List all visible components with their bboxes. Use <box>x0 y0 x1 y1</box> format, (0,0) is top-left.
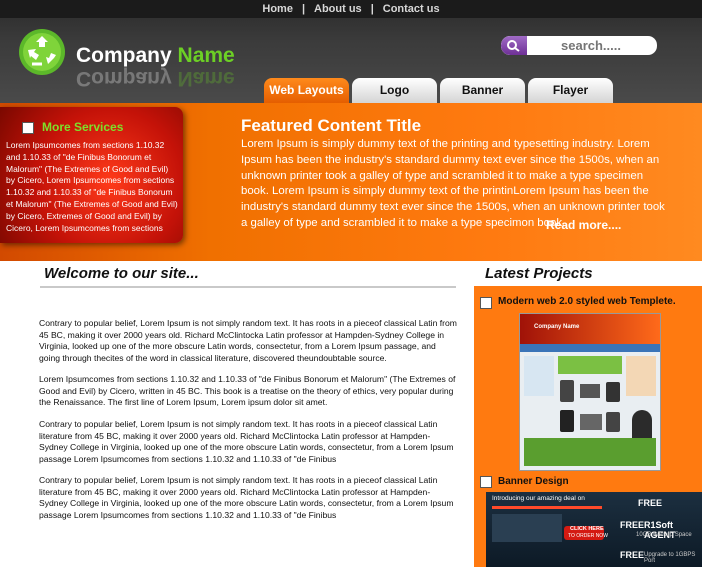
nav-about-link[interactable]: About us <box>314 3 362 15</box>
magnifier-icon <box>507 40 520 52</box>
tab-logo[interactable]: Logo <box>352 78 437 103</box>
laptop-image-icon <box>580 414 602 430</box>
click-here-label: CLICK HERE <box>570 526 604 532</box>
phone-image-icon <box>560 410 574 432</box>
phone-image-icon <box>606 382 620 402</box>
project-title-2[interactable]: Banner Design <box>498 476 569 487</box>
welcome-paragraph: Contrary to popular belief, Lorem Ipsum … <box>39 318 457 363</box>
read-more-link[interactable]: Read more.... <box>546 218 621 232</box>
checkbox-icon <box>480 297 492 309</box>
tab-banner[interactable]: Banner <box>440 78 525 103</box>
free-label: FREE <box>620 550 645 560</box>
order-label: TO ORDER NOW <box>568 533 608 539</box>
welcome-paragraph: Contrary to popular belief, Lorem Ipsum … <box>39 475 454 520</box>
latest-projects-heading: Latest Projects <box>485 265 593 282</box>
nav-separator: | <box>301 3 306 15</box>
free-label: FREE <box>638 498 663 508</box>
banner-list <box>492 514 562 542</box>
search-input[interactable] <box>531 36 651 55</box>
backup-label: 10GB Backup Space <box>636 532 692 538</box>
tab-web-layouts[interactable]: Web Layouts <box>264 78 349 103</box>
thumbnail-nav <box>520 344 660 352</box>
upgrade-label: Upgrade to 1GBPS Port <box>644 552 696 564</box>
services-text: Lorem Ipsumcomes from sections 1.10.32 a… <box>6 140 178 233</box>
free-label: FREE <box>620 520 645 530</box>
project-thumbnail-web-template[interactable]: Company Name <box>519 313 661 471</box>
name-word: Name <box>177 44 235 67</box>
company-word: Company <box>76 67 172 90</box>
search-box <box>501 36 657 55</box>
nav-separator: | <box>370 3 374 15</box>
person-image-icon <box>632 410 652 440</box>
welcome-heading: Welcome to our site... <box>44 265 199 282</box>
project-title-1[interactable]: Modern web 2.0 styled web Templete. <box>498 296 676 307</box>
welcome-paragraph: Contrary to popular belief, Lorem Ipsum … <box>39 419 454 464</box>
company-word: Company <box>76 44 172 67</box>
checkbox-icon <box>480 476 492 488</box>
top-navigation: Home | About us | Contact us <box>0 0 702 18</box>
laptop-image-icon <box>580 384 600 398</box>
thumbnail-sidebar <box>524 356 554 396</box>
thumbnail-company: Company Name <box>534 324 580 330</box>
tab-flayer[interactable]: Flayer <box>528 78 613 103</box>
checkbox-icon <box>22 122 34 134</box>
company-name[interactable]: Company Name <box>76 44 235 68</box>
divider <box>40 286 456 288</box>
thumbnail-block <box>558 356 622 374</box>
phone-image-icon <box>560 380 574 402</box>
thumbnail-footer-block <box>524 438 656 466</box>
project-thumbnail-banner[interactable]: Introducing our amazing deal on CLICK HE… <box>486 492 702 567</box>
company-name-reflection: Company Name <box>76 66 235 90</box>
search-button[interactable] <box>501 36 527 55</box>
thumbnail-promo <box>626 356 656 396</box>
nav-home-link[interactable]: Home <box>262 3 293 15</box>
phone-image-icon <box>606 412 620 432</box>
banner-intro: Introducing our amazing deal on <box>492 495 585 502</box>
services-title: More Services <box>42 120 124 134</box>
featured-title: Featured Content Title <box>241 116 422 135</box>
recycle-logo-icon[interactable] <box>18 28 66 76</box>
welcome-paragraph: Lorem Ipsumcomes from sections 1.10.32 a… <box>39 374 456 407</box>
banner-stripe <box>492 506 602 509</box>
name-word: Name <box>177 67 235 90</box>
nav-contact-link[interactable]: Contact us <box>383 3 440 15</box>
